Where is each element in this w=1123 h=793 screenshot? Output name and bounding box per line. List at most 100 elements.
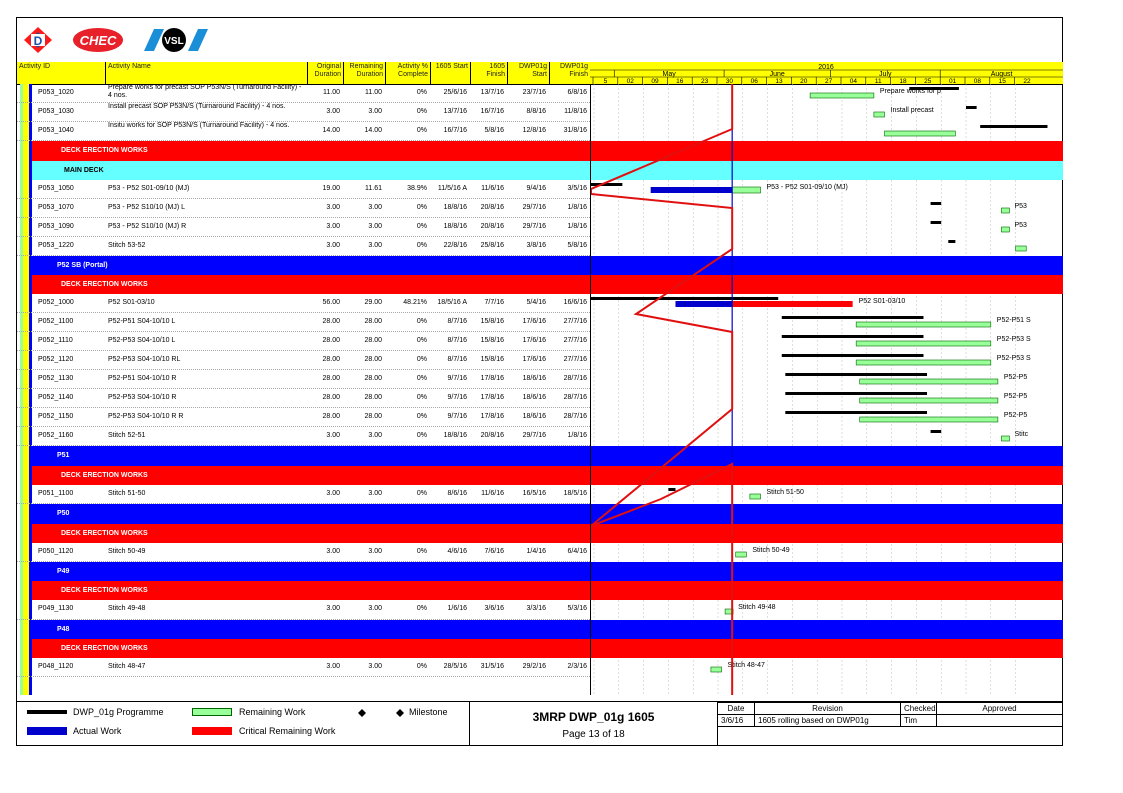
table-row[interactable]: P051_1100 Stitch 51-50 3.00 3.00 0% 8/6/16 11/… [17,485,590,504]
table-row[interactable]: P053_1030 Install precast SOP P53N/S (Tur… [17,103,590,122]
actual-bar[interactable] [675,301,733,307]
group-header-pier[interactable]: P48 [32,620,590,639]
table-row[interactable]: P052_1120 P52-P53 S04-10/10 RL 28.00 28.00 0… [17,351,590,370]
header-dwp-start[interactable]: DWP01g Start [507,62,549,84]
table-row[interactable]: P048_1120 Stitch 48-47 3.00 3.00 0% 28/5/16 31… [17,658,590,677]
cell-df: 28/7/16 [563,413,587,420]
cell-ds: 29/7/16 [522,204,546,211]
remaining-bar[interactable] [859,397,999,404]
header-original-duration[interactable]: Original Duration [307,62,343,84]
cell-f: 20/8/16 [480,204,504,211]
programme-bar[interactable] [930,202,942,205]
cell-rd: 11.61 [365,185,382,192]
gantt-band [591,581,1063,600]
bar-label: P52-P5 [1004,412,1027,419]
header-1605-start[interactable]: 1605 Start [430,62,470,84]
remaining-bar[interactable] [1001,435,1010,442]
remaining-bar[interactable] [855,359,992,366]
table-row[interactable]: P053_1220 Stitch 53-52 3.00 3.00 0% 22/8/16 25… [17,237,590,256]
group-header-pier[interactable]: P51 [32,446,590,466]
cell-name: Stitch 51-50 [108,490,146,497]
cell-s: 18/8/16 [443,204,467,211]
remaining-bar[interactable] [859,416,999,423]
cell-pct: 0% [416,490,427,497]
remaining-bar[interactable] [873,111,885,118]
programme-bar[interactable] [948,240,956,243]
cell-id: P053_1090 [38,223,74,230]
programme-bar[interactable] [785,392,928,395]
table-row[interactable]: P052_1130 P52-P51 S04-10/10 R 28.00 28.00 0%… [17,370,590,389]
remaining-bar[interactable] [855,321,992,328]
table-row[interactable]: P052_1000 P52 S01-03/10 56.00 29.00 48.21% 18… [17,294,590,313]
group-header-deck-erection[interactable]: DECK ERECTION WORKS [32,524,590,543]
cell-rd: 3.00 [368,432,382,439]
cell-od: 3.00 [326,490,340,497]
programme-bar[interactable] [591,183,623,186]
programme-bar[interactable] [980,125,1048,128]
cell-name: P53 - P52 S10/10 (MJ) R [108,223,187,230]
table-row[interactable]: P053_1070 P53 - P52 S10/10 (MJ) L 3.00 3.00… [17,199,590,218]
critical-bar[interactable] [732,301,853,307]
header-activity-name[interactable]: Activity Name [105,62,307,84]
remaining-bar[interactable] [1015,245,1027,252]
actual-bar[interactable] [650,187,733,193]
header-activity-id[interactable]: Activity ID [17,62,105,84]
group-header-pier[interactable]: P52 SB (Portal) [32,256,590,275]
header-dwp-finish[interactable]: DWP01g Finish [549,62,590,84]
cell-ds: 18/6/16 [522,394,546,401]
group-header-deck-erection[interactable]: DECK ERECTION WORKS [32,639,590,658]
timeline-scale: 2016May June July August5 02 09 16 23 30 06 13 20 27… [590,64,1063,85]
remaining-bar[interactable] [859,378,999,385]
cell-id: P052_1160 [38,432,74,439]
remaining-bar[interactable] [884,130,956,137]
table-row[interactable]: P052_1110 P52-P53 S04-10/10 L 28.00 28.00 0%… [17,332,590,351]
programme-bar[interactable] [930,221,942,224]
table-row[interactable]: P053_1040 Insitu works for SOP P53N/S (Tu… [17,122,590,141]
group-header-deck-erection[interactable]: DECK ERECTION WORKS [32,141,590,161]
table-row[interactable]: P052_1160 Stitch 52-51 3.00 3.00 0% 18/8/16 20… [17,427,590,446]
cell-df: 31/8/16 [563,127,587,134]
programme-bar[interactable] [781,354,924,357]
remaining-bar[interactable] [809,92,875,99]
bar-label: Prepare works for p [880,88,941,95]
table-row[interactable]: P049_1130 Stitch 49-48 3.00 3.00 0% 1/6/16 3/6… [17,600,590,620]
table-row[interactable]: P052_1150 P52-P53 S04-10/10 R R 28.00 28.00… [17,408,590,427]
programme-bar[interactable] [591,297,779,300]
cell-od: 3.00 [326,432,340,439]
programme-bar[interactable] [781,335,924,338]
cell-rd: 11.00 [365,89,382,96]
remaining-bar[interactable] [749,493,761,500]
programme-bar[interactable] [785,411,928,414]
table-row[interactable]: P052_1100 P52-P51 S04-10/10 L 28.00 28.00 0%… [17,313,590,332]
group-header-pier[interactable]: P50 [32,504,590,524]
programme-bar[interactable] [668,488,676,491]
cell-f: 17/8/16 [480,394,504,401]
table-row[interactable]: P053_1090 P53 - P52 S10/10 (MJ) R 3.00 3.00… [17,218,590,237]
group-header-deck-erection[interactable]: DECK ERECTION WORKS [32,581,590,600]
gantt-band [591,466,1063,485]
table-row[interactable]: P050_1120 Stitch 50-49 3.00 3.00 0% 4/6/16 7/6… [17,543,590,562]
group-header-pier[interactable]: P49 [32,562,590,581]
table-row[interactable]: P053_1050 P53 - P52 S01-09/10 (MJ) 19.00 11… [17,180,590,199]
gantt-chart-area: Prepare works for p Install precast P53 - … [590,84,1063,695]
remaining-bar[interactable] [855,340,992,347]
header-remaining-duration[interactable]: Remaining Duration [343,62,385,84]
programme-bar[interactable] [930,430,942,433]
table-row[interactable]: P053_1020 Prepare works for precast SOP P… [17,84,590,103]
remaining-bar[interactable] [1001,207,1010,214]
header-1605-finish[interactable]: 1605 Finish [470,62,507,84]
group-header-deck-erection[interactable]: DECK ERECTION WORKS [32,275,590,294]
remaining-bar[interactable] [710,666,722,673]
remaining-bar[interactable] [731,186,761,194]
group-header-main-deck[interactable]: MAIN DECK [32,161,590,180]
programme-bar[interactable] [781,316,924,319]
header-activity-pct[interactable]: Activity % Complete [385,62,430,84]
remaining-bar[interactable] [735,551,747,558]
remaining-bar[interactable] [1001,226,1010,233]
programme-bar[interactable] [966,106,977,109]
cell-df: 2/3/16 [567,663,587,670]
group-header-deck-erection[interactable]: DECK ERECTION WORKS [32,466,590,485]
table-row[interactable]: P052_1140 P52-P53 S04-10/10 R 28.00 28.00 0%… [17,389,590,408]
programme-bar[interactable] [785,373,928,376]
legend-footer: DWP_01g Programme Actual Work Remaining … [17,701,1063,746]
